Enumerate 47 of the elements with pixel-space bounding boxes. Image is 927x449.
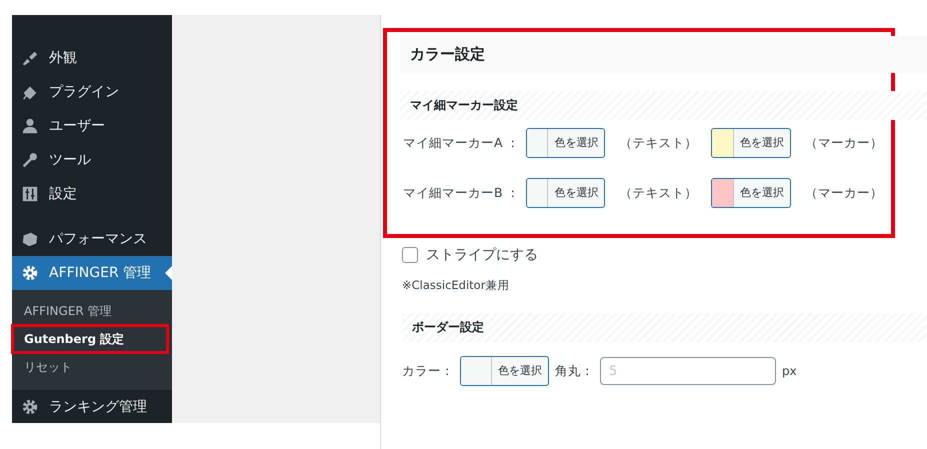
row-label: マイ細マーカーB ： bbox=[403, 184, 520, 202]
menu-item[interactable]: 設定 bbox=[12, 177, 172, 211]
submenu-item[interactable]: リセット bbox=[12, 353, 172, 381]
picker-caption: （マーカー） bbox=[805, 184, 883, 202]
menu-item[interactable]: パフォーマンス bbox=[12, 222, 172, 256]
field-label: 角丸： bbox=[555, 362, 594, 380]
user-icon bbox=[21, 117, 39, 135]
subheading: ボーダー設定 bbox=[402, 313, 927, 342]
gear-icon bbox=[21, 398, 39, 416]
submenu-item[interactable]: Gutenberg 設定 bbox=[12, 325, 168, 353]
menu-item[interactable]: ランキング管理 bbox=[12, 390, 172, 424]
menu-item[interactable]: AFFINGER 管理 bbox=[12, 256, 172, 290]
menu-label: ランキング管理 bbox=[49, 398, 147, 416]
subheading: マイ細マーカー設定 bbox=[400, 91, 927, 120]
menu-item[interactable]: ツール bbox=[12, 143, 172, 177]
menu-item[interactable]: プラグイン bbox=[12, 75, 172, 109]
color-picker[interactable]: 色を選択 bbox=[711, 178, 791, 208]
picker-caption: （テキスト） bbox=[619, 184, 698, 202]
wrench-icon bbox=[21, 151, 39, 169]
brush-icon bbox=[21, 49, 39, 67]
box-icon bbox=[21, 230, 39, 248]
menu-item[interactable]: ユーザー bbox=[12, 109, 172, 143]
menu-label: ユーザー bbox=[49, 117, 105, 135]
picker-caption: （マーカー） bbox=[805, 134, 883, 152]
menu-label: 設定 bbox=[49, 185, 77, 203]
color-picker[interactable]: 色を選択 bbox=[526, 128, 606, 158]
menu-label: AFFINGER 管理 bbox=[49, 264, 152, 282]
color-picker[interactable]: 色を選択 bbox=[460, 356, 549, 386]
unit-label: px bbox=[782, 364, 797, 378]
field-label: カラー： bbox=[402, 362, 454, 380]
radius-field[interactable]: 5 bbox=[600, 357, 776, 385]
checkbox-label: ストライプにする bbox=[426, 246, 538, 264]
note-text: ※ClassicEditor兼用 bbox=[402, 278, 510, 293]
section-title: カラー設定 bbox=[400, 36, 927, 73]
menu-label: 外観 bbox=[49, 49, 77, 67]
checkbox[interactable] bbox=[402, 247, 418, 263]
submenu-item[interactable]: AFFINGER 管理 bbox=[12, 297, 172, 325]
gear-icon bbox=[21, 264, 39, 282]
menu-item[interactable]: 外観 bbox=[12, 41, 172, 75]
menu-label: プラグイン bbox=[49, 83, 119, 101]
sliders-icon bbox=[21, 185, 39, 203]
color-picker[interactable]: 色を選択 bbox=[711, 128, 791, 158]
row-label: マイ細マーカーA ： bbox=[403, 134, 520, 152]
picker-caption: （テキスト） bbox=[619, 134, 698, 152]
menu-label: ツール bbox=[49, 151, 91, 169]
color-picker[interactable]: 色を選択 bbox=[526, 178, 606, 208]
menu-label: パフォーマンス bbox=[49, 230, 147, 248]
